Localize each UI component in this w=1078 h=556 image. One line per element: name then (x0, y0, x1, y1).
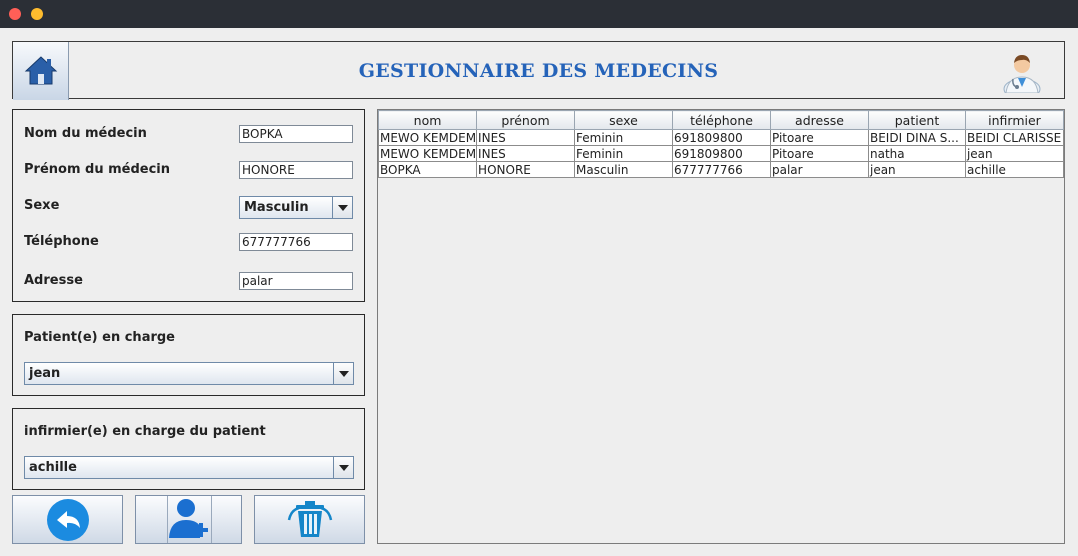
table-cell[interactable]: MEWO KEMDEM (377, 129, 478, 146)
adresse-field[interactable]: palar (239, 272, 353, 290)
table-cell[interactable]: INES (476, 129, 576, 146)
prenom-field[interactable]: HONORE (239, 161, 353, 179)
table-cell[interactable]: achille (964, 161, 1065, 178)
table-cell[interactable]: Feminin (574, 129, 674, 146)
table-cell[interactable]: BEIDI CLARISSE (964, 129, 1065, 146)
table-row[interactable]: MEWO KEMDEM INES Feminin 691809800 Pitoa… (377, 129, 1065, 146)
delete-button[interactable] (254, 495, 365, 544)
table-cell[interactable]: INES (476, 145, 576, 162)
back-arrow-icon (47, 499, 89, 541)
home-icon (24, 56, 58, 85)
patient-label: Patient(e) en charge (24, 330, 175, 345)
table-cell[interactable]: jean (867, 161, 966, 178)
column-header-adresse[interactable]: adresse (770, 110, 869, 130)
page-title: GESTIONNAIRE DES MEDECINS (358, 60, 719, 82)
prenom-label: Prénom du médecin (24, 162, 171, 177)
patient-panel: Patient(e) en charge jean (12, 314, 365, 396)
table-cell[interactable]: palar (770, 161, 869, 178)
add-doctor-button[interactable] (135, 495, 242, 544)
window-titlebar (0, 0, 1078, 28)
column-header-prenom[interactable]: prénom (476, 110, 576, 130)
table-cell[interactable]: Feminin (574, 145, 674, 162)
column-header-patient[interactable]: patient (867, 110, 966, 130)
table-cell[interactable]: BEIDI DINA S... (867, 129, 966, 146)
minimize-window-button[interactable] (31, 8, 43, 20)
table-cell[interactable]: HONORE (476, 161, 576, 178)
table-row[interactable]: BOPKA HONORE Masculin 677777766 palar je… (377, 161, 1065, 178)
header-bar: GESTIONNAIRE DES MEDECINS (12, 41, 1065, 100)
column-header-sexe[interactable]: sexe (574, 110, 674, 130)
table-cell[interactable]: natha (867, 145, 966, 162)
chevron-down-icon[interactable] (333, 457, 353, 478)
table-cell[interactable]: 691809800 (672, 129, 771, 146)
table-cell[interactable]: Pitoare (770, 129, 869, 146)
patient-select[interactable]: jean (24, 362, 354, 385)
home-button[interactable] (13, 42, 69, 100)
trash-icon (287, 501, 333, 537)
table-cell[interactable]: jean (964, 145, 1065, 162)
telephone-label: Téléphone (24, 234, 99, 249)
table-cell[interactable]: 677777766 (672, 161, 771, 178)
table-cell[interactable]: Pitoare (770, 145, 869, 162)
infirmier-panel: infirmier(e) en charge du patient achill… (12, 408, 365, 490)
column-header-infirmier[interactable]: infirmier (964, 110, 1065, 130)
doctor-form-panel: Nom du médecin BOPKA Prénom du médecin H… (12, 109, 365, 302)
sexe-selected-value: Masculin (244, 200, 309, 215)
infirmier-select[interactable]: achille (24, 456, 354, 479)
column-header-telephone[interactable]: téléphone (672, 110, 771, 130)
sexe-select[interactable]: Masculin (239, 196, 353, 219)
chevron-down-icon[interactable] (332, 197, 352, 218)
doctors-table-container: nom prénom sexe téléphone adresse patien… (377, 109, 1065, 544)
doctor-icon (1003, 55, 1041, 93)
back-button[interactable] (12, 495, 123, 544)
patient-selected-value: jean (29, 366, 61, 381)
close-window-button[interactable] (9, 8, 21, 20)
nom-field[interactable]: BOPKA (239, 125, 353, 143)
adresse-label: Adresse (24, 273, 83, 288)
column-header-nom[interactable]: nom (377, 110, 478, 130)
doctors-table: nom prénom sexe téléphone adresse patien… (377, 110, 1065, 178)
table-cell[interactable]: 691809800 (672, 145, 771, 162)
infirmier-selected-value: achille (29, 460, 77, 475)
chevron-down-icon[interactable] (333, 363, 353, 384)
table-cell[interactable]: MEWO KEMDEM (377, 145, 478, 162)
table-header-row: nom prénom sexe téléphone adresse patien… (377, 110, 1065, 130)
telephone-field[interactable]: 677777766 (239, 233, 353, 251)
sexe-label: Sexe (24, 198, 60, 213)
table-row[interactable]: MEWO KEMDEM INES Feminin 691809800 Pitoa… (377, 145, 1065, 162)
add-user-icon (169, 499, 208, 538)
table-cell[interactable]: BOPKA (377, 161, 478, 178)
nom-label: Nom du médecin (24, 126, 147, 141)
infirmier-label: infirmier(e) en charge du patient (24, 424, 266, 439)
table-cell[interactable]: Masculin (574, 161, 674, 178)
